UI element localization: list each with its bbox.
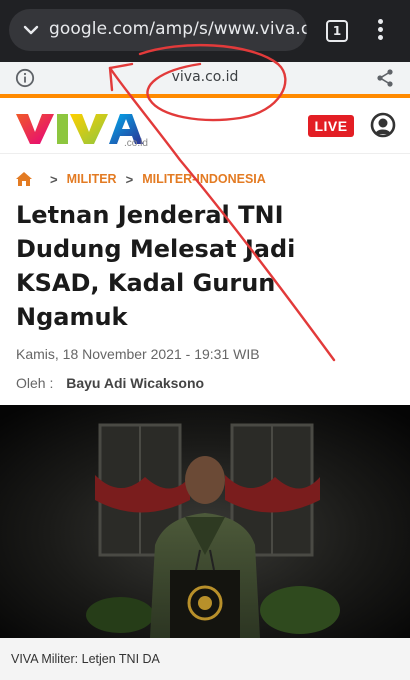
hero-photo bbox=[0, 405, 410, 638]
article-title: Letnan Jenderal TNI Dudung Melesat Jadi … bbox=[16, 201, 296, 331]
viva-logo[interactable]: .co.id bbox=[14, 108, 164, 148]
browser-toolbar: google.com/amp/s/www.viva.co 1 bbox=[0, 0, 410, 62]
address-bar[interactable]: google.com/amp/s/www.viva.co bbox=[9, 9, 307, 51]
author-row: Oleh : Bayu Adi Wicaksono bbox=[16, 375, 204, 391]
caption-bar: VIVA Militer: Letjen TNI DA bbox=[0, 638, 410, 680]
image-caption: VIVA Militer: Letjen TNI DA bbox=[11, 652, 160, 666]
article-date: Kamis, 18 November 2021 - 19:31 WIB bbox=[16, 346, 260, 362]
author-label: Oleh : bbox=[16, 375, 54, 391]
breadcrumb: > MILITER > MILITER-INDONESIA bbox=[16, 170, 266, 188]
amp-info-bar: viva.co.id bbox=[0, 62, 410, 94]
article-hero-image[interactable] bbox=[0, 405, 410, 638]
chevron-down-icon[interactable] bbox=[21, 20, 41, 40]
tabs-button[interactable]: 1 bbox=[326, 20, 348, 42]
breadcrumb-item-militer-indonesia[interactable]: MILITER-INDONESIA bbox=[142, 172, 266, 186]
author-name[interactable]: Bayu Adi Wicaksono bbox=[66, 375, 204, 391]
amp-domain: viva.co.id bbox=[171, 69, 239, 85]
home-icon[interactable] bbox=[16, 172, 32, 186]
svg-text:.co.id: .co.id bbox=[124, 138, 148, 148]
breadcrumb-separator: > bbox=[125, 171, 134, 187]
user-icon[interactable] bbox=[370, 112, 396, 140]
live-button[interactable]: LIVE bbox=[308, 115, 354, 137]
site-header: .co.id LIVE bbox=[0, 98, 410, 154]
share-icon[interactable] bbox=[374, 67, 396, 89]
tab-count: 1 bbox=[332, 24, 342, 38]
breadcrumb-item-militer[interactable]: MILITER bbox=[67, 172, 117, 186]
url-text[interactable]: google.com/amp/s/www.viva.co bbox=[49, 19, 307, 39]
breadcrumb-separator: > bbox=[50, 171, 58, 187]
more-vert-icon[interactable] bbox=[374, 19, 386, 43]
